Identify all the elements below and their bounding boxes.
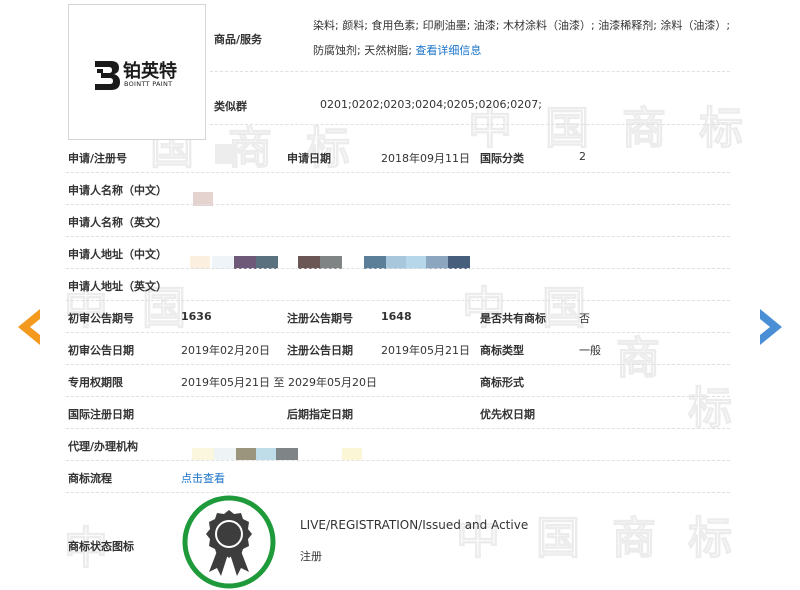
next-arrow-icon[interactable] [758, 308, 784, 346]
divider [66, 428, 730, 429]
status-icon-label: 商标状态图标 [68, 540, 134, 553]
divider [66, 396, 730, 397]
application-date-label: 申请日期 [287, 152, 331, 165]
similar-group-value: 0201;0202;0203;0204;0205;0206;0207; [320, 98, 542, 111]
intl-class-value: 2 [579, 150, 586, 163]
application-date-value: 2018年09月11日 [381, 152, 470, 165]
divider [210, 124, 730, 125]
goods-more-link[interactable]: 查看详细信息 [415, 44, 481, 57]
divider [66, 204, 730, 205]
agent-label: 代理/办理机构 [68, 440, 139, 453]
reg-no-label: 申请/注册号 [68, 152, 128, 165]
trademark-image[interactable]: 铂英特 BOINTT PAINT [68, 4, 206, 140]
process-view-link[interactable]: 点击查看 [181, 470, 225, 486]
brand-mark-icon [95, 61, 120, 90]
goods-value: 染料; 颜料; 食用色素; 印刷油墨; 油漆; 木材涂料（油漆）; 油漆稀释剂;… [313, 13, 743, 63]
reg-date-value: 2019年05月21日 [381, 344, 470, 357]
watermark-char: 国 [536, 513, 581, 565]
prelim-no-value: 1636 [181, 310, 212, 323]
goods-text: 染料; 颜料; 食用色素; 印刷油墨; 油漆; 木材涂料（油漆）; 油漆稀释剂;… [313, 19, 731, 57]
priority-date-label: 优先权日期 [480, 408, 535, 421]
watermark-char: 中 [456, 513, 501, 565]
divider [66, 460, 730, 461]
shared-mark-label: 是否共有商标 [480, 312, 546, 325]
rights-period-label: 专用权期限 [68, 376, 123, 389]
intl-reg-date-label: 国际注册日期 [68, 408, 134, 421]
divider [66, 364, 730, 365]
status-chinese: 注册 [300, 550, 322, 563]
redacted-block [215, 144, 237, 164]
divider [210, 71, 730, 72]
applicant-name-en-label: 申请人名称（英文） [68, 216, 167, 229]
watermark-char: 标 [688, 513, 733, 565]
divider [66, 332, 730, 333]
reg-date-label: 注册公告日期 [287, 344, 353, 357]
divider [66, 492, 730, 493]
watermark-char: 标 [688, 383, 733, 435]
registered-badge-icon [182, 495, 276, 589]
process-label: 商标流程 [68, 472, 112, 485]
prelim-date-value: 2019年02月20日 [181, 344, 270, 357]
prelim-no-label: 初审公告期号 [68, 312, 134, 325]
divider [66, 300, 730, 301]
watermark-char: 中 [462, 283, 507, 335]
brand-logo: 铂英特 BOINTT PAINT [93, 57, 185, 91]
applicant-name-cn-label: 申请人名称（中文） [68, 184, 167, 197]
previous-arrow-icon[interactable] [16, 308, 42, 346]
divider [66, 236, 730, 237]
divider [66, 172, 730, 173]
reg-announce-no-value: 1648 [381, 310, 412, 323]
brand-name-en: BOINTT PAINT [124, 80, 173, 88]
later-designation-label: 后期指定日期 [287, 408, 353, 421]
applicant-address-cn-label: 申请人地址（中文） [68, 248, 167, 261]
intl-class-label: 国际分类 [480, 152, 524, 165]
divider [66, 268, 730, 269]
watermark-char: 国 [542, 283, 587, 335]
status-english: LIVE/REGISTRATION/Issued and Active [300, 518, 529, 532]
reg-announce-no-label: 注册公告期号 [287, 312, 353, 325]
prelim-date-label: 初审公告日期 [68, 344, 134, 357]
mark-type-label: 商标类型 [480, 344, 524, 357]
watermark-char: 商 [612, 513, 657, 565]
goods-label: 商品/服务 [214, 33, 263, 46]
watermark-char: 标 [306, 123, 351, 175]
similar-group-label: 类似群 [214, 100, 247, 113]
shared-mark-value: 否 [579, 312, 590, 325]
rights-period-value: 2019年05月21日 至 2029年05月20日 [181, 376, 377, 389]
mark-type-value: 一般 [579, 344, 601, 357]
applicant-address-en-label: 申请人地址（英文） [68, 280, 167, 293]
mark-form-label: 商标形式 [480, 376, 524, 389]
